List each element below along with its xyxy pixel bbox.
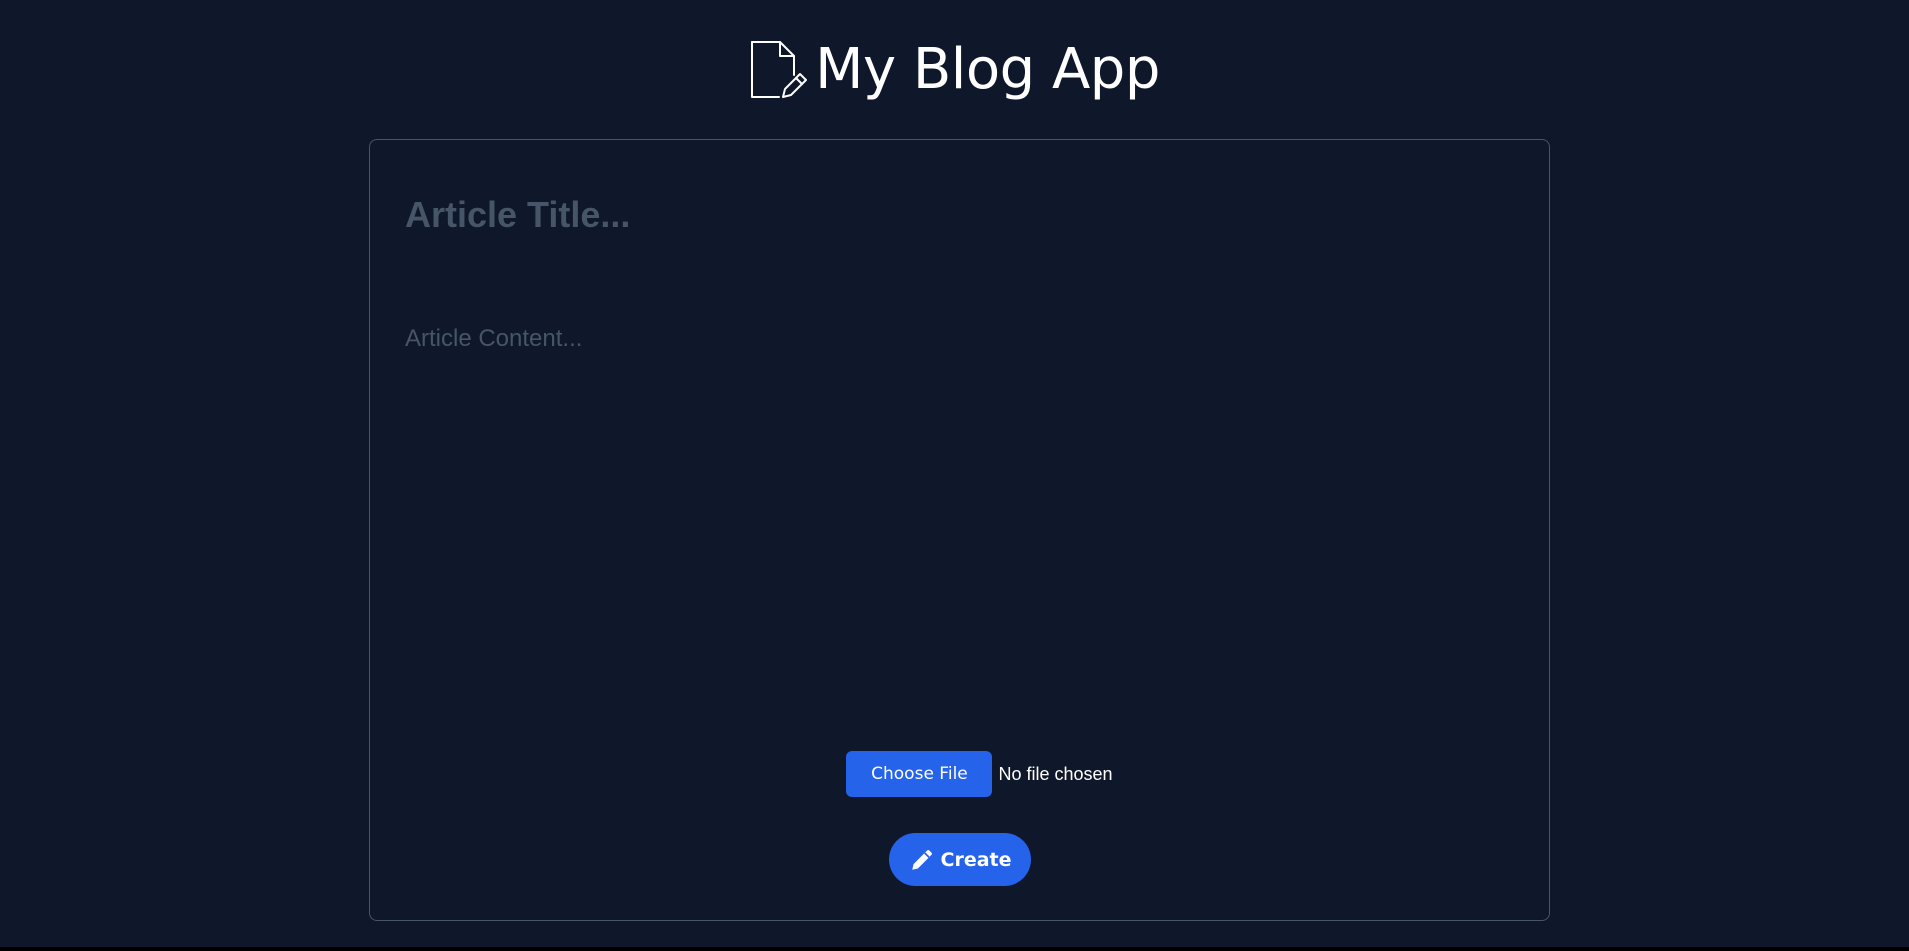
- create-button-label: Create: [940, 848, 1012, 871]
- document-edit-icon: [751, 41, 808, 98]
- pencil-icon: [911, 849, 932, 870]
- app-header: My Blog App: [0, 30, 1909, 110]
- app-title: My Blog App: [815, 37, 1160, 102]
- article-content-input[interactable]: [405, 325, 1505, 705]
- create-button[interactable]: Create: [889, 833, 1031, 886]
- choose-file-button[interactable]: Choose File: [846, 751, 993, 797]
- article-form: Choose File No file chosen Create: [369, 139, 1550, 921]
- file-status: No file chosen: [998, 763, 1113, 784]
- file-upload: Choose File No file chosen: [370, 751, 1549, 797]
- bottom-edge: [0, 947, 1909, 951]
- page: My Blog App Choose File No file chosen C…: [0, 0, 1909, 951]
- article-title-input[interactable]: [405, 185, 1505, 245]
